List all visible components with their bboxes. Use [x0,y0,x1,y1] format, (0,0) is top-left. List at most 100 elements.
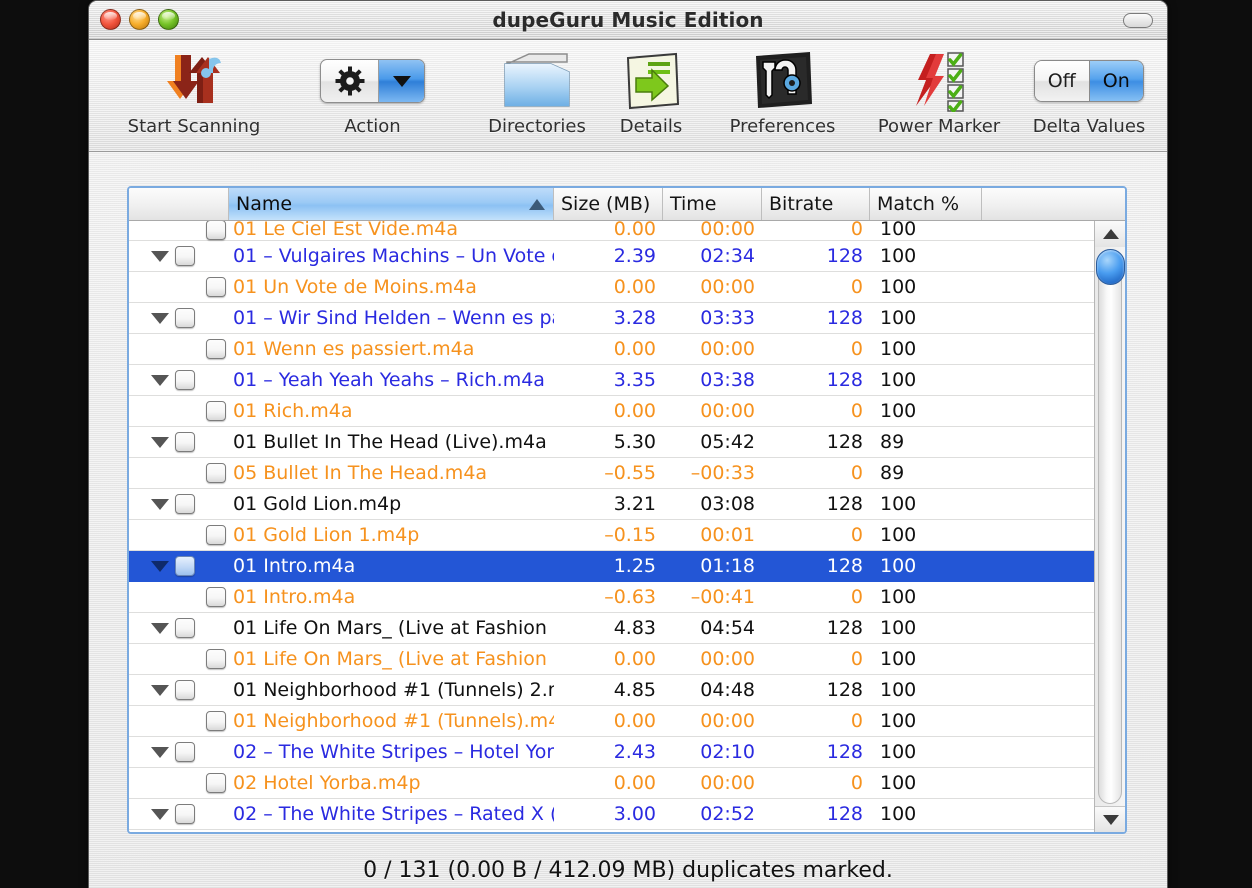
cell-name: 01 Gold Lion.m4p [233,493,402,515]
row-checkbox[interactable] [206,649,226,669]
table-row[interactable]: 01 Bullet In The Head (Live).m4a 5.30 05:4… [129,427,1125,458]
cell-bitrate: 0 [850,338,863,360]
cell-time: 00:00 [700,400,755,422]
delta-values-off-segment[interactable]: Off [1035,61,1089,101]
toolbar-item-start-scanning[interactable]: Start Scanning [103,46,285,137]
row-checkbox[interactable] [206,711,226,731]
table-row[interactable]: 01 – Vulgaires Machins – Un Vote de … 2.3… [129,241,1125,272]
column-header-time[interactable]: Time [663,188,762,220]
row-checkbox[interactable] [175,432,195,452]
scrollbar-thumb[interactable] [1096,249,1125,285]
table-row[interactable]: 01 – Wir Sind Helden – Wenn es pass… 3.28… [129,303,1125,334]
disclosure-triangle-icon[interactable] [151,746,169,758]
toolbar-item-directories[interactable]: Directories [477,46,597,137]
row-checkbox[interactable] [206,339,226,359]
sort-ascending-icon [529,198,545,210]
vertical-scrollbar[interactable] [1094,221,1125,832]
action-popup-button[interactable] [320,59,425,103]
column-header-size[interactable]: Size (MB) [554,188,663,220]
delta-values-switch[interactable]: Off On [1034,60,1144,102]
disclosure-triangle-icon[interactable] [151,312,169,324]
row-checkbox[interactable] [175,556,195,576]
cell-name: 02 – The White Stripes – Hotel Yorba…. [233,741,554,763]
row-checkbox[interactable] [175,246,195,266]
table-row[interactable]: 01 Life On Mars_ (Live at Fashion Roc… 0.… [129,644,1125,675]
table-row[interactable]: 02 Hotel Yorba.m4p 0.00 00:00 0 100 [129,768,1125,799]
table-row[interactable]: 01 Gold Lion.m4p 3.21 03:08 128 100 [129,489,1125,520]
row-gutter [129,370,229,390]
table-row[interactable]: 01 Le Ciel Est Vide.m4a 0.00 00:00 0 100 [129,221,1125,241]
table-row[interactable]: 01 Intro.m4a 1.25 01:18 128 100 [129,551,1125,582]
column-header-bitrate[interactable]: Bitrate [762,188,870,220]
toolbar-item-details[interactable]: Details [601,46,701,137]
scrollbar-track[interactable] [1098,249,1122,804]
table-row[interactable]: 01 Gold Lion 1.m4p –0.15 00:01 0 100 [129,520,1125,551]
cell-size: 0.00 [613,276,656,298]
column-header-spacer [982,188,1125,220]
scroll-up-arrow-icon[interactable] [1095,221,1125,247]
row-checkbox[interactable] [206,463,226,483]
disclosure-triangle-icon[interactable] [151,436,169,448]
cell-name: 01 Intro.m4a [233,586,356,608]
table-row[interactable]: 01 Rich.m4a 0.00 00:00 0 100 [129,396,1125,427]
cell-size: 2.39 [613,245,656,267]
disclosure-triangle-icon[interactable] [151,374,169,386]
cell-match: 100 [880,710,917,732]
table-row[interactable]: 01 Neighborhood #1 (Tunnels).m4p 0.00 00:0… [129,706,1125,737]
disclosure-triangle-icon[interactable] [151,560,169,572]
disclosure-triangle-icon[interactable] [151,250,169,262]
row-checkbox[interactable] [175,370,195,390]
row-checkbox[interactable] [175,308,195,328]
table-row[interactable]: 01 Un Vote de Moins.m4a 0.00 00:00 0 100 [129,272,1125,303]
row-checkbox[interactable] [175,680,195,700]
cell-size: 0.00 [613,710,656,732]
row-checkbox[interactable] [206,525,226,545]
delta-values-on-segment[interactable]: On [1088,61,1143,101]
row-checkbox[interactable] [175,742,195,762]
cell-size: 0.00 [613,400,656,422]
row-gutter [129,432,229,452]
disclosure-triangle-icon[interactable] [151,808,169,820]
table-body[interactable]: 01 Le Ciel Est Vide.m4a 0.00 00:00 0 100 01 –… [129,221,1125,832]
cell-bitrate: 128 [826,307,863,329]
disclosure-triangle-icon[interactable] [151,684,169,696]
table-row[interactable]: 01 – Yeah Yeah Yeahs – Rich.m4a 3.35 03:38… [129,365,1125,396]
row-checkbox[interactable] [206,221,226,240]
row-checkbox[interactable] [206,587,226,607]
toolbar-item-action[interactable]: Action [285,46,460,137]
row-checkbox[interactable] [175,618,195,638]
table-row[interactable]: 01 Life On Mars_ (Live at Fashion Roc… 4.… [129,613,1125,644]
table-row[interactable]: 02 – The White Stripes – Hotel Yorba…. 2.… [129,737,1125,768]
toolbar-item-delta-values[interactable]: Off On Delta Values [1013,46,1165,137]
cell-time: 05:42 [700,431,755,453]
table-row[interactable]: 01 Wenn es passiert.m4a 0.00 00:00 0 100 [129,334,1125,365]
table-row[interactable]: 01 Neighborhood #1 (Tunnels) 2.m4p 4.85 04… [129,675,1125,706]
table-row[interactable]: 05 Bullet In The Head.m4a –0.55 –00:33 0 89 [129,458,1125,489]
duplicates-table[interactable]: Name Size (MB) Time Bitrate Match % 01 L… [127,186,1127,834]
table-row[interactable]: 01 Intro.m4a –0.63 –00:41 0 100 [129,582,1125,613]
row-checkbox[interactable] [206,401,226,421]
row-gutter [129,742,229,762]
toolbar-label-preferences: Preferences [729,116,836,137]
column-header-match[interactable]: Match % [870,188,982,220]
chevron-down-icon[interactable] [378,60,424,102]
toolbar-item-preferences[interactable]: Preferences [705,46,860,137]
cell-name: 01 – Yeah Yeah Yeahs – Rich.m4a [233,369,545,391]
disclosure-triangle-icon[interactable] [151,498,169,510]
row-checkbox[interactable] [175,804,195,824]
row-gutter [129,587,229,607]
scroll-down-arrow-icon[interactable] [1095,806,1125,832]
cell-match: 100 [880,617,917,639]
row-gutter [129,804,229,824]
row-checkbox[interactable] [206,773,226,793]
cell-size: 4.83 [613,617,656,639]
row-checkbox[interactable] [175,494,195,514]
column-header-name[interactable]: Name [229,188,554,220]
row-checkbox[interactable] [206,277,226,297]
row-gutter [129,463,229,483]
table-row[interactable]: 02 – The White Stripes – Rated X (Liv… 3.… [129,799,1125,830]
disclosure-triangle-icon[interactable] [151,622,169,634]
cell-time: 03:38 [700,369,755,391]
toolbar-item-power-marker[interactable]: Power Marker [849,46,1029,137]
toolbar-toggle-button[interactable] [1123,13,1153,28]
